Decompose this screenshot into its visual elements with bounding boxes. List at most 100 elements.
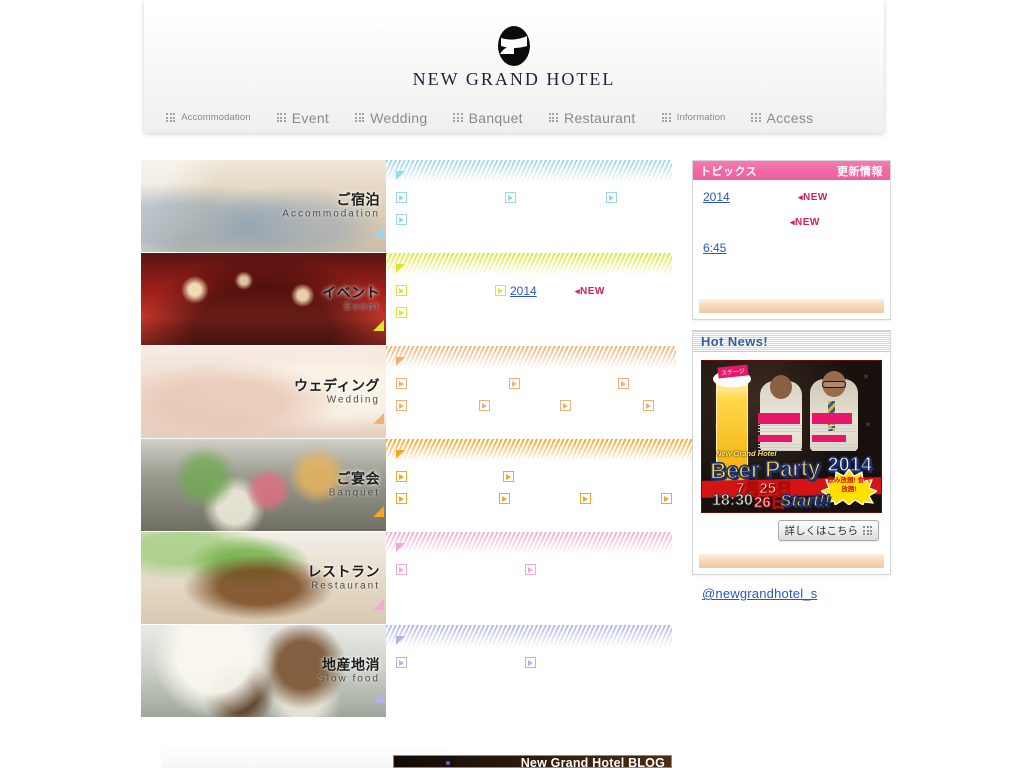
category-link[interactable]: 2014 NEW xyxy=(495,281,605,299)
category-link-rows: 2014 NEW xyxy=(386,253,672,331)
category-link-rows xyxy=(386,346,676,424)
topic-item[interactable]: 2014 NEW xyxy=(703,190,880,204)
category-links-wedding xyxy=(386,346,676,438)
new-badge: NEW xyxy=(575,286,605,297)
play-square-bullet-icon xyxy=(396,471,407,482)
category-links-slowfood xyxy=(386,625,672,717)
category-thumbnail-event[interactable]: イベント Event xyxy=(141,253,386,345)
category-link[interactable] xyxy=(580,489,613,504)
category-link[interactable] xyxy=(479,396,508,411)
category-link[interactable] xyxy=(618,374,649,389)
topics-panel: トピックス 更新情報 2014 NEW NEW 6:45 xyxy=(692,160,891,320)
category-link[interactable] xyxy=(396,396,425,411)
category-link[interactable] xyxy=(396,374,439,389)
topic-item[interactable]: NEW xyxy=(703,217,880,228)
play-square-bullet-icon xyxy=(396,564,407,575)
category-link[interactable] xyxy=(396,631,436,645)
category-row-banquet: ご宴会 Banquet xyxy=(141,439,694,531)
grid-dots-icon xyxy=(548,112,559,123)
category-thumbnail-accommodation[interactable]: ご宿泊 Accommodation xyxy=(141,160,386,252)
topics-header: トピックス 更新情報 xyxy=(693,161,890,180)
link-row xyxy=(396,259,668,281)
category-link[interactable] xyxy=(525,560,560,575)
triangle-bullet-icon xyxy=(396,636,405,645)
category-link-rows xyxy=(386,625,672,681)
category-link[interactable] xyxy=(396,166,438,180)
nav-item-accommodation[interactable]: Accommodation xyxy=(166,112,251,123)
category-thumbnail-banquet[interactable]: ご宴会 Banquet xyxy=(141,439,386,531)
category-link[interactable] xyxy=(396,560,427,575)
link-row xyxy=(396,538,668,560)
hot-news-header: Hot News! xyxy=(693,331,890,352)
link-row xyxy=(396,166,668,188)
category-link[interactable] xyxy=(396,281,425,296)
link-row xyxy=(396,352,672,374)
play-square-bullet-icon xyxy=(396,378,407,389)
photo-detail-overlay xyxy=(141,532,386,624)
link-row xyxy=(396,467,690,489)
category-link[interactable] xyxy=(396,467,429,482)
topics-panel-footer xyxy=(699,299,884,313)
category-link[interactable] xyxy=(499,489,530,504)
link-row: 2014 NEW xyxy=(396,281,668,303)
twitter-handle-link[interactable]: @newgrandhotel_s xyxy=(702,586,817,601)
category-thumbnail-restaurant[interactable]: レストラン Restaurant xyxy=(141,532,386,624)
category-link[interactable] xyxy=(396,210,449,225)
blog-banner[interactable]: New Grand Hotel BLOG xyxy=(393,755,672,768)
link-row xyxy=(396,445,690,467)
category-link[interactable] xyxy=(509,374,550,389)
triangle-bullet-icon xyxy=(396,171,405,180)
triangle-bullet-icon xyxy=(396,450,405,459)
site-header: NEW GRAND HOTEL Accommodation Event Weddin… xyxy=(144,0,884,133)
play-square-bullet-icon xyxy=(661,493,672,504)
nav-item-label: Access xyxy=(766,109,814,126)
category-link[interactable] xyxy=(525,653,554,668)
category-link[interactable] xyxy=(396,188,433,203)
beer-party-poster[interactable]: ✕ ✕ ✕ ✕ xyxy=(701,360,882,513)
play-square-bullet-icon xyxy=(396,493,407,504)
category-row-wedding: ウェディング Wedding xyxy=(141,346,676,438)
category-link[interactable] xyxy=(396,538,438,552)
play-square-bullet-icon xyxy=(479,400,490,411)
play-square-bullet-icon xyxy=(643,400,654,411)
category-link[interactable] xyxy=(396,445,432,459)
category-list: ご宿泊AccommodationイベントEvent 2014 NEW ウェディングW… xyxy=(141,160,694,718)
category-thumbnail-wedding[interactable]: ウェディング Wedding xyxy=(141,346,386,438)
nav-item-event[interactable]: Event xyxy=(276,110,330,126)
category-links-event: 2014 NEW xyxy=(386,253,672,345)
category-link[interactable] xyxy=(505,188,546,203)
play-square-bullet-icon xyxy=(525,657,536,668)
nav-item-label: Banquet xyxy=(468,109,523,126)
category-link[interactable] xyxy=(606,188,647,203)
category-link[interactable] xyxy=(503,467,546,482)
category-link[interactable] xyxy=(396,653,447,668)
link-row xyxy=(396,631,668,653)
category-row-restaurant: レストラン Restaurant xyxy=(141,532,672,624)
category-corner-triangle-icon xyxy=(373,506,384,517)
category-thumbnail-slowfood[interactable]: 地産地消 Slow food xyxy=(141,625,386,717)
blog-banner-title: New Grand Hotel BLOG xyxy=(520,756,665,768)
grid-dots-icon xyxy=(276,112,286,123)
photo-detail-overlay xyxy=(141,160,386,252)
nav-item-information[interactable]: Information xyxy=(661,112,726,123)
page-root: NEW GRAND HOTEL Accommodation Event Weddin… xyxy=(0,0,1024,768)
link-row xyxy=(396,489,690,511)
nav-item-restaurant[interactable]: Restaurant xyxy=(548,110,636,126)
category-link[interactable] xyxy=(396,303,453,318)
nav-item-access[interactable]: Access xyxy=(751,110,813,126)
category-link[interactable] xyxy=(396,259,438,273)
play-square-bullet-icon xyxy=(505,192,516,203)
nav-item-wedding[interactable]: Wedding xyxy=(355,110,427,126)
category-link[interactable] xyxy=(396,489,441,504)
category-link[interactable] xyxy=(661,489,690,504)
play-square-bullet-icon xyxy=(560,400,571,411)
category-link[interactable] xyxy=(643,396,672,411)
category-link[interactable] xyxy=(396,352,442,366)
hot-news-detail-button[interactable]: 詳しくはこちら xyxy=(777,520,879,541)
category-link[interactable] xyxy=(560,396,589,411)
play-square-bullet-icon xyxy=(396,192,407,203)
nav-item-banquet[interactable]: Banquet xyxy=(453,109,523,126)
topic-item[interactable]: 6:45 xyxy=(703,241,880,255)
ngh-monogram-logo[interactable] xyxy=(494,24,534,68)
category-links-banquet xyxy=(386,439,694,531)
